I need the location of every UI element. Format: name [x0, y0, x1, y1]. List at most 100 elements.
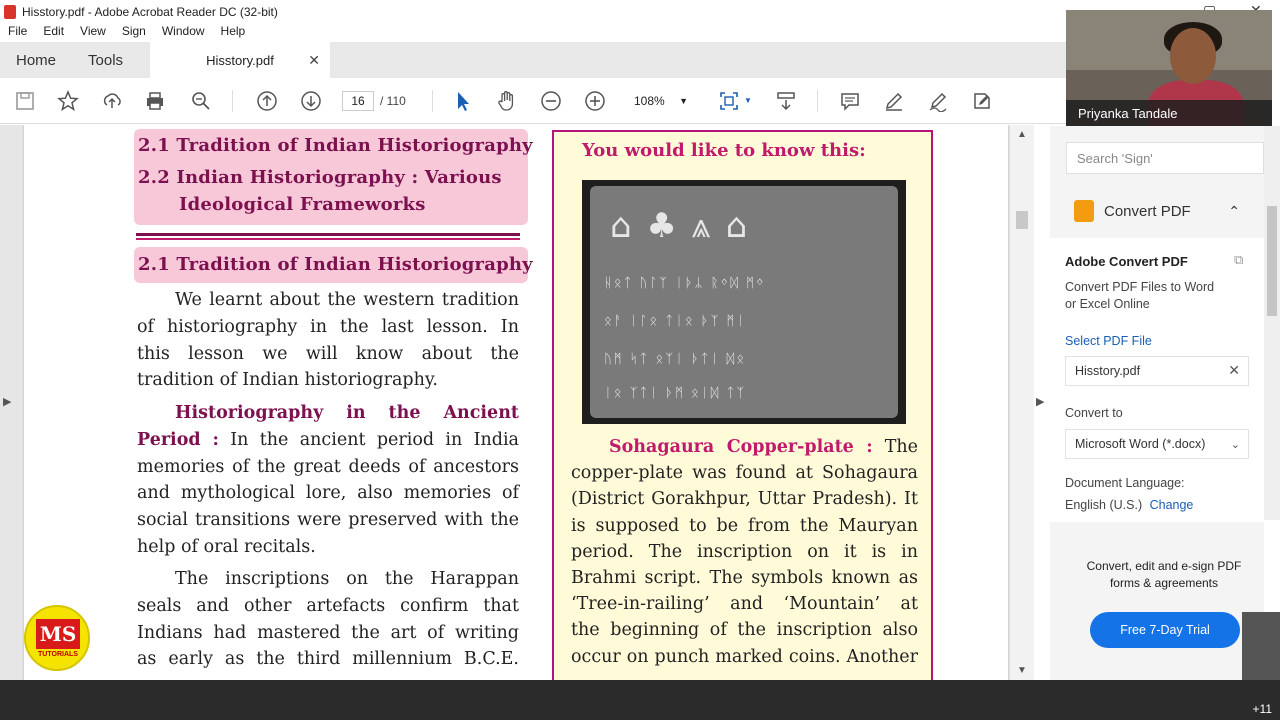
- subheading-ancient: Historiography in the Ancient: [175, 403, 519, 423]
- fit-dropdown-icon[interactable]: ▼: [744, 96, 752, 105]
- info-box-title: You would like to know this:: [582, 140, 866, 161]
- menu-file[interactable]: File: [0, 24, 35, 42]
- zoom-search-icon[interactable]: [188, 88, 214, 114]
- plate-script-line: ᚺᛟᛏ ᚢᛚᛉ ᛁᚦᛦ ᚱᛜᛞ ᛗᛜ: [604, 276, 766, 291]
- left-panel-toggle-icon[interactable]: ▶: [3, 395, 11, 408]
- convert-card: Adobe Convert PDF ⧉ Convert PDF Files to…: [1050, 238, 1264, 522]
- text-line: Indians had mastered the art of writing: [137, 622, 519, 643]
- paragraph-intro: We learnt about the western tradition of…: [137, 287, 519, 394]
- scroll-up-icon[interactable]: ▲: [1017, 129, 1027, 140]
- divider: [136, 233, 520, 236]
- scrollbar-thumb[interactable]: [1016, 211, 1028, 229]
- convert-to-select[interactable]: Microsoft Word (*.docx) ⌄: [1065, 429, 1249, 459]
- fill-sign-icon[interactable]: [969, 88, 995, 114]
- logo-ms: MS: [36, 619, 80, 649]
- zoom-out-icon[interactable]: [538, 88, 564, 114]
- fit-page-icon[interactable]: [716, 88, 742, 114]
- change-language-link[interactable]: Change: [1150, 498, 1194, 512]
- hand-tool-icon[interactable]: [494, 88, 520, 114]
- logo-subtitle: TUTORIALS: [38, 651, 78, 658]
- tab-home[interactable]: Home: [0, 52, 72, 69]
- menu-help[interactable]: Help: [213, 24, 254, 42]
- menu-sign[interactable]: Sign: [114, 24, 154, 42]
- scroll-mode-icon[interactable]: [773, 88, 799, 114]
- divider: [136, 238, 520, 240]
- print-icon[interactable]: [142, 88, 168, 114]
- card-desc: or Excel Online: [1065, 297, 1150, 311]
- text-line: this lesson we will know about the: [137, 343, 519, 364]
- convert-pdf-header[interactable]: Convert PDF ⌃: [1050, 190, 1264, 232]
- scrollbar-thumb[interactable]: [1267, 206, 1277, 316]
- text-line: copper-plate was found at Sohagaura: [571, 463, 918, 484]
- heading-2-2-cont: Ideological Frameworks: [179, 194, 426, 215]
- sign-pen-icon[interactable]: [925, 88, 951, 114]
- plate-symbol: ⌂ ♣ ⩓ ⌂: [610, 206, 750, 246]
- heading-2-1: 2.1 Tradition of Indian Historiography: [138, 135, 533, 156]
- plate-script-line: ᛟᚨ ᛁᛚᛟ ᛏᛁᛟ ᚦᛉ ᛗᛁ: [604, 314, 747, 329]
- toolbar-separator: [432, 90, 433, 112]
- close-tab-icon[interactable]: ✕: [308, 52, 320, 69]
- subheading-period: Period :: [137, 429, 219, 450]
- save-icon[interactable]: [12, 88, 38, 114]
- page-total: / 110: [380, 94, 406, 108]
- tab-document-label: Hisstory.pdf: [206, 52, 274, 68]
- pdf-page: 2.1 Tradition of Indian Historiography 2…: [24, 125, 1008, 680]
- chevron-up-icon[interactable]: ⌃: [1228, 203, 1240, 220]
- webcam-participant-name: Priyanka Tandale: [1066, 100, 1272, 126]
- upload-icon[interactable]: [99, 88, 125, 114]
- copy-icon[interactable]: ⧉: [1234, 252, 1243, 268]
- doc-language-label: Document Language:: [1065, 476, 1185, 490]
- text-line: The inscriptions on the Harappan: [175, 569, 519, 589]
- tools-pane-scrollbar[interactable]: [1264, 126, 1280, 520]
- heading-2-1-repeat: 2.1 Tradition of Indian Historiography: [138, 254, 533, 275]
- zoom-value: 108%: [634, 94, 665, 108]
- info-box-text: Sohagaura Copper-plate : The copper-plat…: [571, 434, 918, 670]
- free-trial-button[interactable]: Free 7-Day Trial: [1090, 612, 1240, 648]
- search-input[interactable]: Search 'Sign': [1066, 142, 1264, 174]
- selected-file-name: Hisstory.pdf: [1075, 364, 1141, 378]
- text-line: of historiography in the last lesson. In: [137, 316, 519, 337]
- zoom-in-icon[interactable]: [582, 88, 608, 114]
- document-viewport[interactable]: ▶ 2.1 Tradition of Indian Historiography…: [0, 125, 1034, 680]
- document-scrollbar[interactable]: ▲ ▼: [1010, 125, 1034, 680]
- next-page-icon[interactable]: [298, 88, 324, 114]
- text-line: as early as the third millennium B.C.E.: [137, 649, 519, 670]
- bookmark-star-icon[interactable]: [55, 88, 81, 114]
- select-cursor-icon[interactable]: [450, 88, 476, 114]
- text-line: memories of the great deeds of ancestors: [137, 456, 519, 477]
- selected-file-field[interactable]: Hisstory.pdf ✕: [1065, 356, 1249, 386]
- text-line: period. The inscription on it is in: [571, 541, 918, 562]
- clear-file-icon[interactable]: ✕: [1228, 362, 1240, 379]
- text-line: occur on punch marked coins. Another: [571, 646, 918, 667]
- text-line: (District Gorakhpur, Uttar Pradesh). It: [571, 489, 918, 510]
- comment-icon[interactable]: [837, 88, 863, 114]
- chevron-down-icon: ▼: [679, 96, 688, 106]
- participant-count: +11: [1252, 702, 1272, 716]
- text-line: and mythological lore, also memories of: [137, 483, 519, 504]
- select-pdf-label[interactable]: Select PDF File: [1065, 334, 1152, 348]
- text-line: Brahmi script. The symbols known as: [571, 568, 918, 589]
- right-panel-toggle-icon[interactable]: ▶: [1036, 395, 1044, 408]
- text-line: seals and other artefacts confirm that: [137, 595, 519, 616]
- plate-script-line: ᚢᛗ ᛋᛏ ᛟᛉᛁ ᚦᛏᛁ ᛞᛟ: [604, 352, 747, 367]
- text-line: is supposed to be from the Mauryan: [571, 515, 918, 536]
- tab-document[interactable]: Hisstory.pdf ✕: [150, 42, 330, 78]
- zoom-select[interactable]: 108% ▼: [626, 91, 692, 111]
- paragraph-ancient: Historiography in the Ancient Period : I…: [137, 400, 519, 561]
- webcam-video: Priyanka Tandale: [1066, 10, 1272, 126]
- pdf-app-icon: [4, 5, 16, 19]
- page-number-input[interactable]: 16: [342, 91, 374, 111]
- paragraph-inscriptions: The inscriptions on the Harappan seals a…: [137, 566, 519, 673]
- menu-view[interactable]: View: [72, 24, 114, 42]
- overlay-panel: [1242, 612, 1280, 680]
- scroll-down-icon[interactable]: ▼: [1017, 665, 1027, 676]
- highlight-pen-icon[interactable]: [881, 88, 907, 114]
- previous-page-icon[interactable]: [254, 88, 280, 114]
- doc-language-row: English (U.S.) Change: [1065, 498, 1193, 512]
- tab-tools[interactable]: Tools: [72, 52, 139, 69]
- card-desc: Convert PDF Files to Word: [1065, 280, 1215, 294]
- menu-edit[interactable]: Edit: [35, 24, 72, 42]
- menu-window[interactable]: Window: [154, 24, 213, 42]
- webcam-person-face: [1170, 28, 1216, 84]
- promo-text: Convert, edit and e-sign PDF forms & agr…: [1086, 559, 1242, 590]
